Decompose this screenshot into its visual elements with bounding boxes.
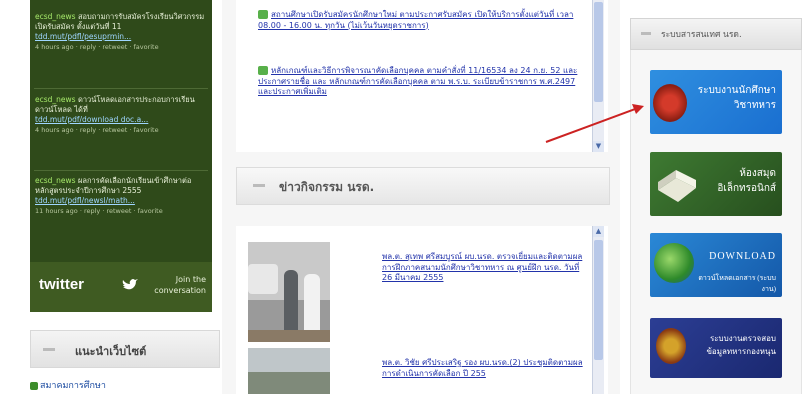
scroll-thumb[interactable]	[594, 240, 603, 360]
tweet-meta[interactable]: 11 hours ago · reply · retweet · favorit…	[35, 207, 163, 215]
twitter-widget: ecsd_news สอบถามการรับสมัครโรงเรียนวิศวก…	[30, 0, 212, 312]
tweet-user[interactable]: ecsd_news	[35, 176, 76, 185]
emblem-icon	[653, 84, 687, 122]
activity-panel: พล.ต. สุเทพ ศรีสมบูรณ์ ผบ.นรด. ตรวจเยี่ย…	[236, 226, 608, 394]
collapse-icon[interactable]	[43, 348, 55, 351]
section-title: ข่าวกิจกรรม นรด.	[279, 180, 375, 194]
banner-e-library[interactable]: ห้องสมุดอิเล็กทรอนิกส์	[650, 152, 782, 216]
tweet: ecsd_news สอบถามการรับสมัครโรงเรียนวิศวก…	[35, 12, 207, 52]
news-item[interactable]: สถานศึกษาเปิดรับสมัครนักศึกษาใหม่ ตามประ…	[258, 10, 583, 31]
tweet-user[interactable]: ecsd_news	[35, 95, 76, 104]
news-link[interactable]: หลักเกณฑ์และวิธีการพิจารณาคัดเลือกบุคคล …	[258, 66, 577, 96]
bullet-icon	[30, 381, 38, 390]
banner-reserve-system[interactable]: ระบบงานตรวจสอบข้อมูลทหารกองหนุน	[650, 318, 782, 378]
collapse-icon[interactable]	[253, 184, 265, 187]
book-icon	[658, 170, 696, 202]
banner-label: ระบบงานนักศึกษาวิชาทหาร	[697, 85, 776, 111]
divider	[34, 170, 208, 171]
collapse-icon[interactable]	[641, 32, 651, 35]
globe-icon	[654, 243, 694, 283]
tweet: ecsd_news ดาวน์โหลดเอกสารประกอบการเรียน …	[35, 95, 207, 135]
annotation-arrow-icon	[545, 104, 644, 143]
info-systems-header: ระบบสารสนเทศ นรด.	[630, 18, 802, 50]
emblem-icon	[656, 328, 686, 364]
tweet: ecsd_news ผลการคัดเลือกนักเรียนเข้าศึกษา…	[35, 176, 207, 216]
join-conversation-link[interactable]: Join the conversation	[134, 274, 206, 296]
twitter-footer: twitter Join the conversation	[30, 262, 212, 312]
twitter-logo[interactable]: twitter	[39, 276, 84, 293]
left-column: ecsd_news สอบถามการรับสมัครโรงเรียนวิศวก…	[0, 0, 222, 394]
tweet-link[interactable]: tdd.mut/pdfl/pesuprmin...	[35, 32, 131, 41]
tweet-user[interactable]: ecsd_news	[35, 12, 76, 21]
news-item[interactable]: หลักเกณฑ์และวิธีการพิจารณาคัดเลือกบุคคล …	[258, 66, 583, 98]
recommended-sites-header: แนะนำเว็บไซต์	[30, 330, 220, 368]
banner-label: ห้องสมุดอิเล็กทรอนิกส์	[717, 168, 776, 194]
banner-student-system[interactable]: ระบบงานนักศึกษาวิชาทหาร	[650, 70, 782, 134]
news-link[interactable]: สถานศึกษาเปิดรับสมัครนักศึกษาใหม่ ตามประ…	[258, 10, 573, 30]
tweet-meta[interactable]: 4 hours ago · reply · retweet · favorite	[35, 43, 159, 51]
divider	[34, 88, 208, 89]
banner-label: ระบบงานตรวจสอบข้อมูลทหารกองหนุน	[706, 334, 776, 356]
activity-link[interactable]: พล.ต. สุเทพ ศรีสมบูรณ์ ผบ.นรด. ตรวจเยี่ย…	[382, 252, 587, 284]
site-link-label: สมาคมการศึกษา	[40, 381, 106, 391]
activity-link[interactable]: พล.ต. วิชัย ศรีประเสริฐ รอง ผบ.นรด.(2) ป…	[382, 358, 587, 379]
tweet-meta[interactable]: 4 hours ago · reply · retweet · favorite	[35, 126, 159, 134]
scroll-up-icon[interactable]: ▲	[593, 226, 604, 237]
news-icon	[258, 66, 268, 75]
banner-subtitle: ดาวน์โหลดเอกสาร (ระบบงาน)	[698, 274, 776, 293]
banner-download[interactable]: DOWNLOAD ดาวน์โหลดเอกสาร (ระบบงาน)	[650, 233, 782, 297]
tweet-link[interactable]: tdd.mut/pdf/download doc.a...	[35, 115, 148, 124]
section-title: ระบบสารสนเทศ นรด.	[661, 30, 742, 40]
news-icon	[258, 10, 268, 19]
section-title: แนะนำเว็บไซต์	[75, 345, 147, 358]
tweet-link[interactable]: tdd.mut/pdfl/newsl/math...	[35, 196, 135, 205]
activity-scrollbar[interactable]: ▲	[592, 226, 604, 394]
scroll-thumb[interactable]	[594, 2, 603, 102]
activity-photo[interactable]	[248, 348, 330, 394]
activity-photo[interactable]	[248, 242, 330, 342]
banner-title: DOWNLOAD	[709, 251, 776, 262]
site-link[interactable]: สมาคมการศึกษา	[30, 378, 106, 392]
activity-header: ข่าวกิจกรรม นรด.	[236, 167, 610, 205]
